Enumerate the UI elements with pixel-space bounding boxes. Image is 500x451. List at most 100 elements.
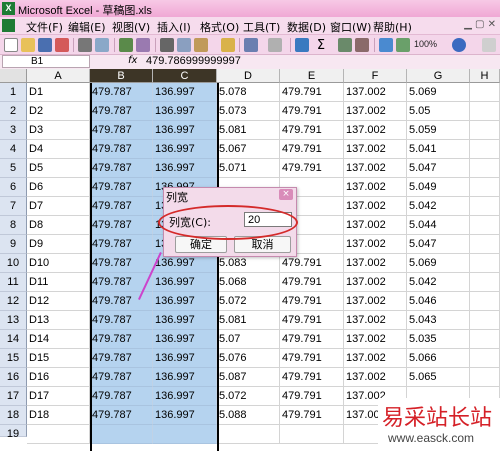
table-cell[interactable]: 479.791 (280, 349, 344, 368)
table-cell[interactable]: D11 (27, 273, 90, 292)
table-cell[interactable]: 137.002 (344, 178, 407, 197)
table-cell[interactable]: 137.002 (344, 83, 407, 102)
table-cell[interactable]: D10 (27, 254, 90, 273)
name-box[interactable]: B1 (2, 55, 90, 68)
table-cell[interactable]: 479.787 (90, 254, 153, 273)
table-cell[interactable]: 5.042 (407, 197, 470, 216)
column-header-b[interactable]: B (90, 69, 153, 83)
row-header[interactable]: 4 (0, 140, 27, 159)
table-cell[interactable]: 479.787 (90, 235, 153, 254)
column-header-d[interactable]: D (217, 69, 280, 83)
table-cell[interactable]: 5.069 (407, 254, 470, 273)
menu-data[interactable]: 数据(D) (287, 19, 326, 35)
save-icon[interactable] (38, 38, 52, 52)
table-cell[interactable]: D6 (27, 178, 90, 197)
window-controls[interactable]: ▁ ▢ ✕ (464, 19, 496, 30)
table-cell[interactable]: 136.997 (153, 102, 217, 121)
table-cell[interactable]: 137.002 (344, 197, 407, 216)
table-cell[interactable]: 5.088 (217, 406, 280, 425)
undo-icon[interactable] (244, 38, 258, 52)
row-header[interactable]: 16 (0, 368, 27, 387)
table-cell[interactable]: 137.002 (344, 216, 407, 235)
table-cell[interactable]: 479.787 (90, 216, 153, 235)
paste-icon[interactable] (194, 38, 208, 52)
table-cell[interactable] (470, 121, 500, 140)
table-cell[interactable]: 5.072 (217, 387, 280, 406)
sort-descending-icon[interactable] (355, 38, 369, 52)
row-header[interactable]: 6 (0, 178, 27, 197)
table-cell[interactable]: 479.787 (90, 406, 153, 425)
column-header-c[interactable]: C (153, 69, 217, 83)
table-cell[interactable]: 479.787 (90, 121, 153, 140)
table-cell[interactable]: 479.791 (280, 83, 344, 102)
table-cell[interactable]: 479.791 (280, 330, 344, 349)
row-header[interactable]: 13 (0, 311, 27, 330)
table-cell[interactable]: 136.997 (153, 83, 217, 102)
table-cell[interactable]: 136.997 (153, 311, 217, 330)
permission-icon[interactable] (55, 38, 69, 52)
table-cell[interactable]: 479.791 (280, 406, 344, 425)
table-cell[interactable]: 5.065 (407, 368, 470, 387)
new-icon[interactable] (4, 38, 18, 52)
table-cell[interactable] (470, 102, 500, 121)
table-cell[interactable]: 479.787 (90, 292, 153, 311)
table-cell[interactable] (470, 197, 500, 216)
table-cell[interactable]: 5.043 (407, 311, 470, 330)
table-cell[interactable] (470, 83, 500, 102)
research-icon[interactable] (136, 38, 150, 52)
table-cell[interactable]: 137.002 (344, 102, 407, 121)
row-header[interactable]: 15 (0, 349, 27, 368)
table-cell[interactable]: 137.002 (344, 292, 407, 311)
table-cell[interactable] (27, 425, 90, 444)
table-cell[interactable]: 479.787 (90, 311, 153, 330)
table-cell[interactable] (217, 425, 280, 444)
menu-edit[interactable]: 编辑(E) (68, 19, 106, 35)
table-cell[interactable]: 137.002 (344, 349, 407, 368)
table-cell[interactable]: 479.791 (280, 121, 344, 140)
table-cell[interactable] (470, 349, 500, 368)
drawing-icon[interactable] (396, 38, 410, 52)
column-header-g[interactable]: G (407, 69, 470, 83)
table-cell[interactable] (470, 368, 500, 387)
table-cell[interactable] (470, 178, 500, 197)
menu-format[interactable]: 格式(O) (200, 19, 239, 35)
table-cell[interactable]: 5.069 (407, 83, 470, 102)
table-cell[interactable]: 479.787 (90, 330, 153, 349)
table-cell[interactable]: 136.997 (153, 406, 217, 425)
table-cell[interactable]: 479.787 (90, 349, 153, 368)
table-cell[interactable]: D13 (27, 311, 90, 330)
table-cell[interactable]: 5.067 (217, 140, 280, 159)
menu-view[interactable]: 视图(V) (112, 19, 150, 35)
menu-file[interactable]: 文件(F) (26, 19, 63, 35)
formula-input[interactable]: 479.786999999997 (146, 55, 241, 67)
table-cell[interactable]: 479.791 (280, 159, 344, 178)
menu-window[interactable]: 窗口(W) (330, 19, 371, 35)
row-header[interactable]: 5 (0, 159, 27, 178)
table-cell[interactable]: 5.073 (217, 102, 280, 121)
menu-tools[interactable]: 工具(T) (243, 19, 280, 35)
table-cell[interactable]: 136.997 (153, 368, 217, 387)
table-cell[interactable]: 5.068 (217, 273, 280, 292)
table-cell[interactable]: D5 (27, 159, 90, 178)
table-cell[interactable]: 136.997 (153, 349, 217, 368)
table-cell[interactable]: 137.002 (344, 254, 407, 273)
row-header[interactable]: 14 (0, 330, 27, 349)
row-header[interactable]: 18 (0, 406, 27, 425)
table-cell[interactable]: 479.787 (90, 140, 153, 159)
redo-icon[interactable] (268, 38, 282, 52)
row-header[interactable]: 3 (0, 121, 27, 140)
table-cell[interactable]: 479.787 (90, 83, 153, 102)
table-cell[interactable]: D1 (27, 83, 90, 102)
menu-help[interactable]: 帮助(H) (373, 19, 412, 35)
table-cell[interactable]: 5.047 (407, 235, 470, 254)
row-header[interactable]: 12 (0, 292, 27, 311)
sort-ascending-icon[interactable] (338, 38, 352, 52)
format-painter-icon[interactable] (221, 38, 235, 52)
column-header-f[interactable]: F (344, 69, 407, 83)
row-header[interactable]: 10 (0, 254, 27, 273)
table-cell[interactable]: 479.787 (90, 368, 153, 387)
table-cell[interactable]: 137.002 (344, 330, 407, 349)
table-cell[interactable]: 479.787 (90, 178, 153, 197)
table-cell[interactable]: 5.044 (407, 216, 470, 235)
table-cell[interactable]: 5.07 (217, 330, 280, 349)
